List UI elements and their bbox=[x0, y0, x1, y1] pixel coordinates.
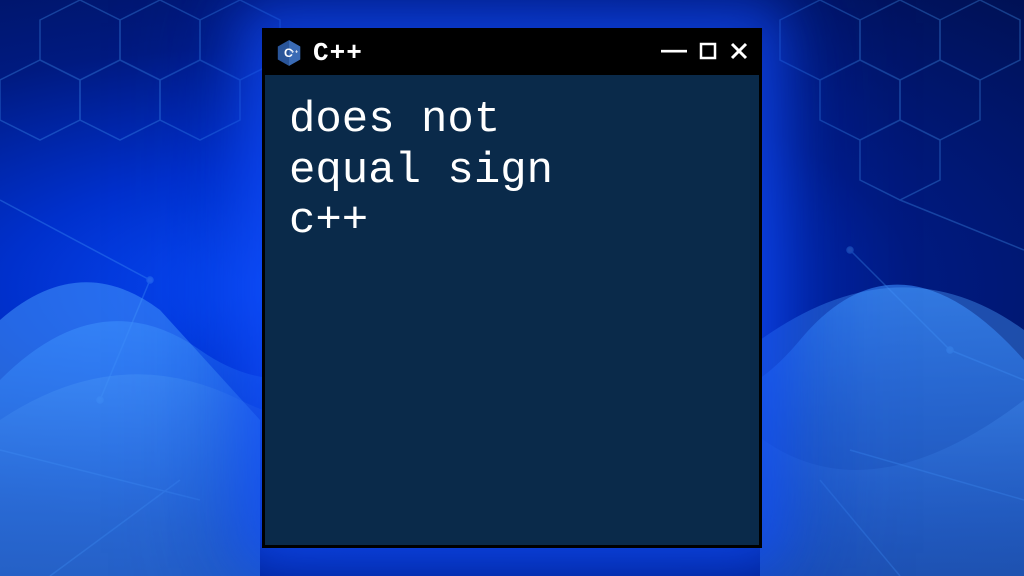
svg-text:+: + bbox=[291, 50, 294, 56]
window-controls: — bbox=[661, 40, 749, 66]
minimize-button[interactable]: — bbox=[661, 36, 687, 62]
maximize-button[interactable] bbox=[699, 42, 717, 64]
close-button[interactable] bbox=[729, 41, 749, 65]
titlebar[interactable]: C + + C++ — bbox=[265, 31, 759, 75]
terminal-window: C + + C++ — does not equal sign c++ bbox=[262, 28, 762, 548]
cpp-hex-icon: C + + bbox=[275, 39, 303, 67]
terminal-content: does not equal sign c++ bbox=[265, 75, 759, 545]
window-title: C++ bbox=[313, 38, 651, 68]
svg-text:+: + bbox=[295, 50, 298, 56]
